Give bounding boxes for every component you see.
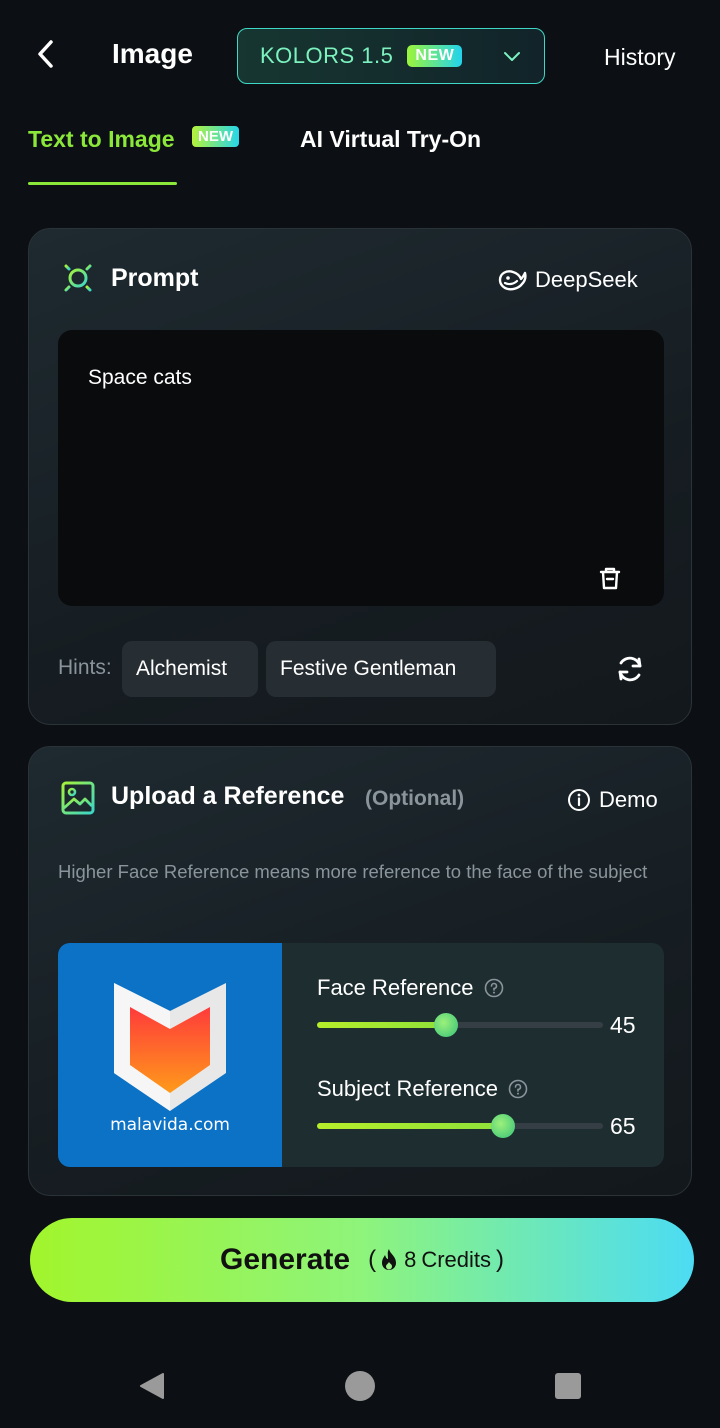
model-new-badge: NEW (407, 45, 463, 67)
tab-new-badge: NEW (192, 126, 239, 147)
face-reference-fill (317, 1022, 446, 1028)
reference-panel: malavida.com Face Reference 45 Subject R… (58, 943, 664, 1167)
hint-chip-festive-gentleman[interactable]: Festive Gentleman (266, 641, 496, 697)
question-circle-icon[interactable] (508, 1079, 528, 1099)
system-nav-bar (0, 1348, 720, 1428)
kolors-image-screen: Image KOLORS 1.5 NEW History Text to Ima… (0, 0, 720, 1428)
reference-title: Upload a Reference (111, 782, 345, 810)
face-reference-slider[interactable] (317, 1013, 603, 1037)
deepseek-label: DeepSeek (535, 267, 638, 292)
model-name: KOLORS 1.5 (260, 43, 394, 68)
page-title: Image (112, 38, 193, 69)
triangle-back-icon[interactable] (136, 1370, 168, 1402)
deepseek-button[interactable]: DeepSeek (497, 267, 638, 293)
subject-reference-fill (317, 1123, 503, 1129)
face-reference-value: 45 (610, 1012, 636, 1038)
subject-reference-thumb[interactable] (490, 1114, 515, 1138)
hints-label: Hints: (58, 656, 112, 679)
credits-count: 8 (404, 1247, 417, 1272)
refresh-icon[interactable] (615, 654, 645, 684)
face-reference-text: Face Reference (317, 975, 474, 1000)
history-button[interactable]: History (604, 44, 676, 71)
face-reference-label: Face Reference (317, 975, 504, 1001)
credits-cost: ( 8 Credits ) (368, 1246, 504, 1273)
info-icon (568, 789, 590, 811)
image-icon (61, 781, 95, 815)
flame-icon (382, 1249, 397, 1270)
back-button[interactable] (28, 36, 64, 72)
prompt-card: Prompt DeepSeek Space cats Hints: Alchem… (28, 228, 692, 725)
generate-button[interactable]: Generate ( 8 Credits ) (30, 1218, 694, 1302)
sun-icon (59, 259, 97, 297)
tab-ai-virtual-try-on[interactable]: AI Virtual Try-On (300, 126, 481, 153)
malavida-logo (114, 983, 226, 1111)
chevron-left-icon (38, 40, 53, 68)
subject-reference-text: Subject Reference (317, 1076, 498, 1101)
subject-reference-slider[interactable] (317, 1114, 603, 1138)
question-circle-icon[interactable] (484, 978, 504, 998)
demo-label: Demo (599, 787, 658, 812)
subject-reference-label: Subject Reference (317, 1076, 528, 1102)
circle-home-icon[interactable] (344, 1370, 376, 1402)
image-caption: malavida.com (110, 1115, 230, 1135)
face-reference-thumb[interactable] (433, 1013, 458, 1037)
reference-description: Higher Face Reference means more referen… (58, 861, 648, 882)
tab-text-to-image[interactable]: Text to Image (28, 126, 175, 153)
reference-card: Upload a Reference (Optional) Demo Highe… (28, 746, 692, 1196)
square-recent-icon[interactable] (554, 1372, 582, 1400)
prompt-text: Space cats (88, 366, 192, 389)
optional-label: (Optional) (365, 787, 465, 810)
trash-icon[interactable] (596, 564, 624, 592)
hint-chip-alchemist[interactable]: Alchemist (122, 641, 258, 697)
generate-label: Generate (219, 1243, 351, 1276)
reference-image[interactable]: malavida.com (58, 943, 282, 1167)
prompt-input[interactable]: Space cats (58, 330, 664, 606)
prompt-title: Prompt (111, 264, 199, 292)
model-selector[interactable]: KOLORS 1.5 NEW (237, 28, 545, 84)
deepseek-whale-icon (498, 270, 527, 291)
subject-reference-value: 65 (610, 1113, 636, 1139)
active-tab-indicator (28, 182, 177, 185)
chevron-down-icon (504, 52, 520, 61)
credits-word: Credits (421, 1247, 491, 1272)
demo-button[interactable]: Demo (567, 787, 658, 813)
top-bar: Image KOLORS 1.5 NEW History (0, 0, 720, 110)
